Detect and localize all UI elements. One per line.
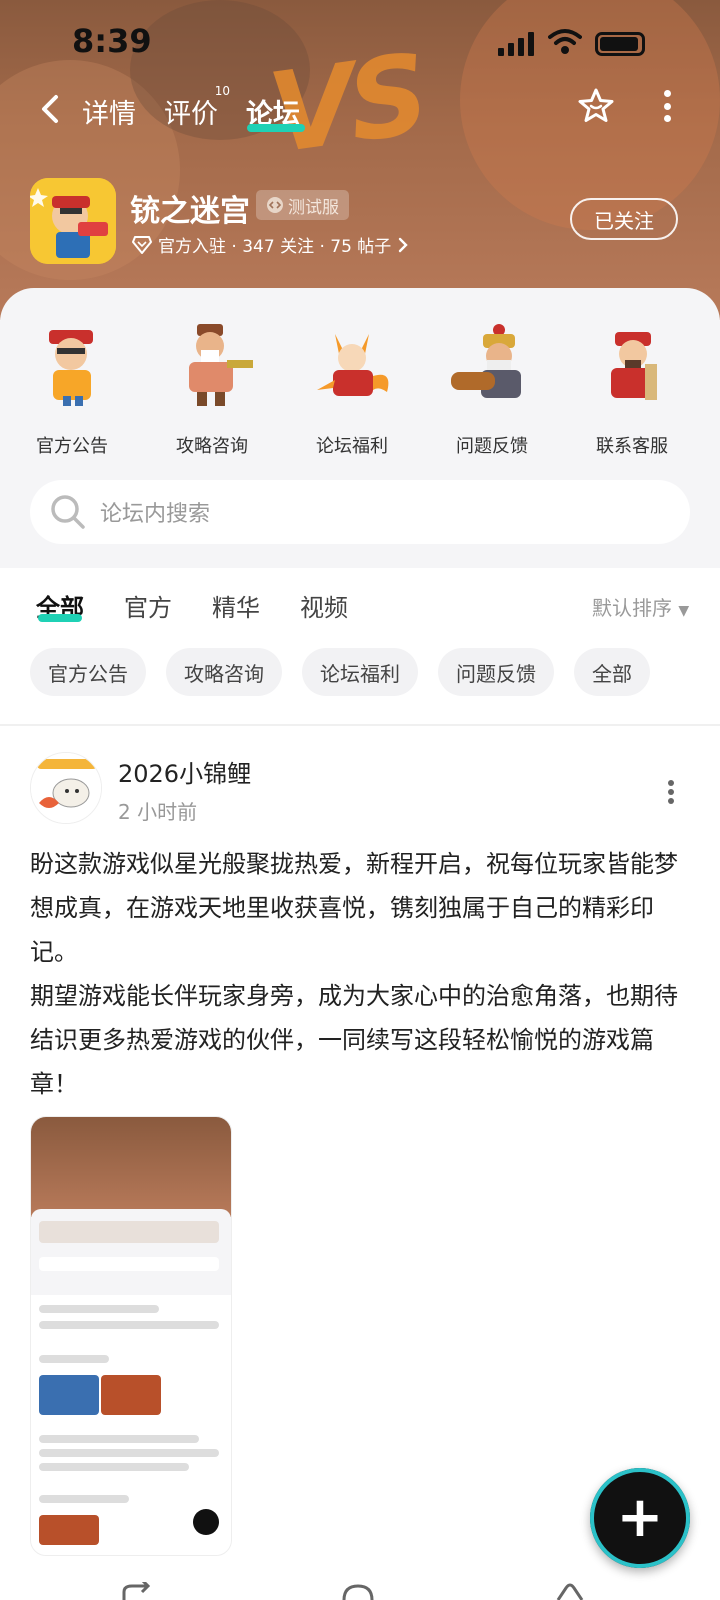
character-general-icon <box>611 332 657 400</box>
character-warrior-icon <box>189 324 253 406</box>
status-bar: 8:39 <box>0 20 720 64</box>
post-paragraph: 盼这款游戏似星光般聚拢热爱，新程开启，祝每位玩家皆能梦想成真，在游戏天地里收获喜… <box>30 850 678 966</box>
category-label: 问题反馈 <box>456 436 528 457</box>
filter-tab-indicator <box>38 614 82 622</box>
review-count-badge: 10 <box>214 84 230 98</box>
thumb-banner <box>31 1117 231 1217</box>
caret-down-icon: ▼ <box>678 603 690 619</box>
diamond-verified-icon <box>132 235 152 254</box>
more-options-icon[interactable] <box>660 90 674 122</box>
battery-icon <box>595 32 645 56</box>
filter-tab-video[interactable]: 视频 <box>300 588 348 623</box>
code-icon <box>267 197 283 213</box>
test-server-badge: 测试服 <box>256 190 349 220</box>
character-fox-icon <box>317 334 389 396</box>
category-label: 官方公告 <box>36 436 108 457</box>
post-author[interactable]: 2026小锦鲤 <box>118 754 251 789</box>
plus-icon: + <box>616 1485 664 1550</box>
sort-dropdown[interactable]: 默认排序 ▼ <box>592 592 689 621</box>
thumb-panel <box>31 1209 231 1299</box>
section-divider <box>0 724 720 726</box>
category-support[interactable]: 联系客服 <box>562 320 702 458</box>
share-icon[interactable] <box>120 1582 156 1600</box>
character-gunner-icon <box>451 324 521 398</box>
search-input[interactable]: 论坛内搜索 <box>30 480 690 544</box>
follow-button[interactable]: 已关注 <box>570 198 678 240</box>
chip-official-notice[interactable]: 官方公告 <box>30 648 146 696</box>
post-more-icon[interactable] <box>668 780 676 804</box>
status-time: 8:39 <box>72 22 152 60</box>
category-label: 攻略咨询 <box>176 436 248 457</box>
app-icon <box>30 178 116 264</box>
app-meta[interactable]: 官方入驻 · 347 关注 · 75 帖子 <box>132 232 409 257</box>
sort-label: 默认排序 <box>592 596 672 620</box>
post-time: 2 小时前 <box>118 800 198 824</box>
category-benefits[interactable]: 论坛福利 <box>282 320 422 458</box>
like-icon[interactable] <box>552 1582 588 1600</box>
filter-tab-official[interactable]: 官方 <box>124 588 172 623</box>
category-feedback[interactable]: 问题反馈 <box>422 320 562 458</box>
wifi-icon <box>548 29 582 54</box>
character-redcap-icon <box>49 330 93 406</box>
category-label: 论坛福利 <box>316 436 388 457</box>
post-body[interactable]: 盼这款游戏似星光般聚拢热爱，新程开启，祝每位玩家皆能梦想成真，在游戏天地里收获喜… <box>30 842 690 1106</box>
chip-benefits[interactable]: 论坛福利 <box>302 648 418 696</box>
back-arrow-icon[interactable] <box>36 94 66 124</box>
category-guide[interactable]: 攻略咨询 <box>142 320 282 458</box>
top-nav: 详情 评价 10 论坛 <box>0 84 720 136</box>
post-paragraph: 期望游戏能长伴玩家身旁，成为大家心中的治愈角落，也期待结识更多热爱游戏的伙伴，一… <box>30 982 678 1098</box>
tab-reviews[interactable]: 评价 10 <box>164 84 230 131</box>
new-post-button[interactable]: + <box>590 1468 690 1568</box>
post-image-thumbnail[interactable] <box>30 1116 232 1556</box>
bottom-action-bar <box>0 1582 720 1600</box>
app-name: 铳之迷宫 <box>130 194 250 229</box>
app-meta-text: 官方入驻 · 347 关注 · 75 帖子 <box>158 237 392 257</box>
chip-feedback[interactable]: 问题反馈 <box>438 648 554 696</box>
signal-icon <box>498 32 534 56</box>
comment-icon[interactable] <box>340 1582 376 1600</box>
thumb-content <box>31 1295 231 1555</box>
search-icon <box>51 495 85 529</box>
chevron-right-icon <box>399 237 409 252</box>
filter-tab-featured[interactable]: 精华 <box>212 588 260 623</box>
category-label: 联系客服 <box>596 436 668 457</box>
chip-all[interactable]: 全部 <box>574 648 650 696</box>
author-avatar[interactable] <box>30 752 102 824</box>
category-official-notice[interactable]: 官方公告 <box>2 320 142 458</box>
test-server-label: 测试服 <box>288 197 339 218</box>
search-placeholder: 论坛内搜索 <box>100 502 211 527</box>
favorite-star-icon[interactable] <box>576 86 616 126</box>
tab-active-indicator <box>247 124 305 132</box>
tab-details[interactable]: 详情 <box>82 92 136 131</box>
tab-reviews-label: 评价 <box>164 99 218 130</box>
chip-guide[interactable]: 攻略咨询 <box>166 648 282 696</box>
